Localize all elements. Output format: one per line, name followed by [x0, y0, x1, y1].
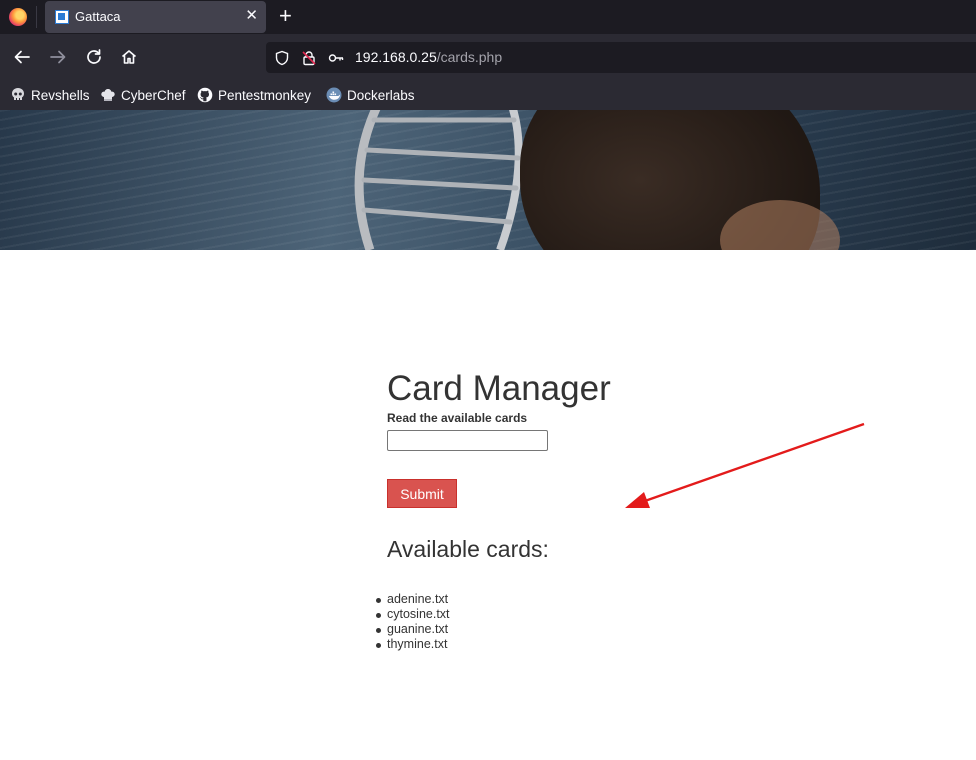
- list-item: thymine.txt: [376, 637, 450, 652]
- close-tab-icon[interactable]: ✕: [245, 7, 258, 25]
- tab-title: Gattaca: [75, 9, 121, 24]
- bookmark-label: CyberChef: [121, 87, 186, 103]
- dna-helix-icon: [354, 110, 523, 250]
- chef-hat-icon: [100, 87, 116, 103]
- home-icon[interactable]: [118, 46, 140, 68]
- url-path: /cards.php: [436, 49, 503, 65]
- card-name-input[interactable]: [387, 430, 548, 451]
- cards-list: adenine.txt cytosine.txt guanine.txt thy…: [376, 592, 450, 652]
- bookmark-cyberchef[interactable]: CyberChef: [100, 86, 186, 104]
- list-item: cytosine.txt: [376, 607, 450, 621]
- shield-icon[interactable]: [274, 50, 290, 66]
- back-arrow-icon[interactable]: [11, 46, 33, 68]
- bookmark-pentestmonkey[interactable]: Pentestmonkey: [197, 86, 311, 104]
- github-icon: [197, 87, 213, 103]
- bookmark-label: Pentestmonkey: [218, 87, 312, 103]
- firefox-logo-icon[interactable]: [9, 8, 27, 26]
- available-cards-heading: Available cards:: [387, 536, 549, 562]
- insecure-lock-icon[interactable]: [301, 50, 317, 66]
- skull-icon: [10, 87, 26, 103]
- reload-icon[interactable]: [83, 46, 105, 68]
- site-favicon-icon: [55, 10, 69, 24]
- tab-gattaca[interactable]: Gattaca ✕: [45, 1, 266, 33]
- list-item: adenine.txt: [376, 592, 449, 606]
- red-arrow-annotation: [625, 422, 865, 508]
- bookmark-revshells[interactable]: Revshells: [10, 86, 90, 104]
- new-tab-icon[interactable]: +: [279, 4, 292, 28]
- bookmark-label: Revshells: [31, 87, 90, 103]
- page-title: Card Manager: [387, 369, 611, 408]
- submit-button[interactable]: Submit: [387, 479, 457, 508]
- tab-divider: [36, 6, 37, 28]
- bookmark-dockerlabs[interactable]: Dockerlabs: [326, 86, 415, 104]
- forward-arrow-icon[interactable]: [47, 46, 69, 68]
- list-item: guanine.txt: [376, 622, 449, 636]
- tab-strip: Gattaca ✕ +: [0, 0, 976, 34]
- bookmark-label: Dockerlabs: [347, 87, 415, 103]
- navigation-toolbar: 192.168.0.25/cards.php: [0, 34, 976, 80]
- gattaca-banner-image: [0, 110, 976, 250]
- url-text: 192.168.0.25/cards.php: [355, 49, 502, 65]
- bookmarks-toolbar: Revshells CyberChef Pentestmonkey Docker…: [0, 80, 976, 110]
- key-icon[interactable]: [328, 50, 344, 66]
- docker-icon: [326, 87, 342, 103]
- url-host: 192.168.0.25: [355, 49, 437, 65]
- address-bar[interactable]: 192.168.0.25/cards.php: [266, 42, 976, 73]
